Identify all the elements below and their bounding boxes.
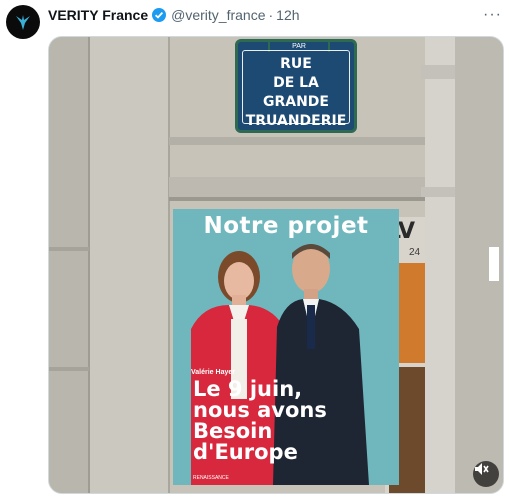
sign-line-3: TRUANDERIE [245,113,347,129]
display-name[interactable]: VERITY France [48,7,148,23]
post-media[interactable]: PAR RUE DE LA GRANDE TRUANDERIE LV 24 No [48,36,504,494]
poster-footer: RENAISSANCE [193,475,229,481]
verified-badge-icon[interactable] [151,7,167,23]
more-icon[interactable]: ··· [483,6,502,24]
separator: · [268,7,274,23]
poster-candidate: Valérie Hayer [191,369,235,376]
poster-title: Notre projet [203,213,369,239]
bird-logo-icon [16,15,30,30]
street-sign: PAR RUE DE LA GRANDE TRUANDERIE [235,39,357,133]
shop-number: 24 [409,247,421,258]
campaign-poster: Notre projet Valérie Hayer Le 9 juin, no… [173,209,399,485]
slogan-line-2: nous avons [193,398,327,422]
avatar[interactable] [6,5,40,39]
sign-line-1: RUE [280,56,312,72]
mute-icon[interactable] [473,461,499,487]
timestamp[interactable]: 12h [276,7,299,23]
poster-slogan: Le 9 juin, nous avons Besoin d'Europe [193,379,393,463]
post-header: VERITY France @verity_france · 12h ··· [48,6,502,24]
slogan-line-4: d'Europe [193,440,298,464]
handle[interactable]: @verity_france [171,7,265,23]
sign-line-2: DE LA GRANDE [262,75,329,110]
slogan-line-1: Le 9 juin, [193,377,303,401]
slogan-line-3: Besoin [193,419,273,443]
